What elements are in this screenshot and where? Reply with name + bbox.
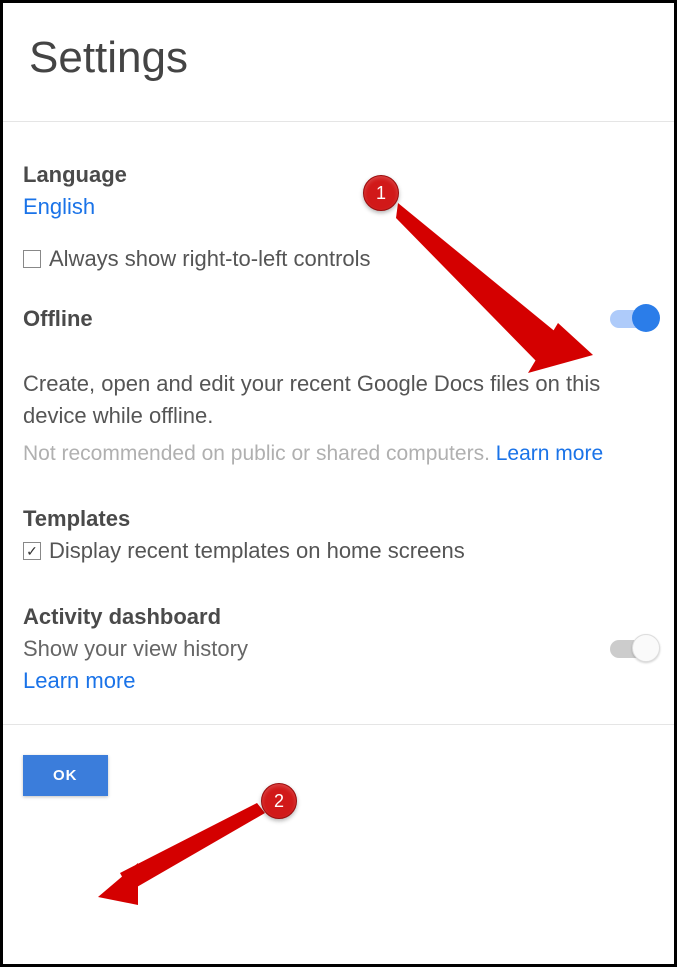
offline-description: Create, open and edit your recent Google… (23, 368, 654, 432)
templates-label: Templates (23, 506, 654, 532)
language-label: Language (23, 162, 654, 188)
activity-description: Show your view history (23, 636, 248, 662)
offline-section: Offline Create, open and edit your recen… (23, 306, 654, 466)
language-value-link[interactable]: English (23, 194, 95, 219)
language-section: Language English Always show right-to-le… (23, 162, 654, 272)
templates-checkbox-label: Display recent templates on home screens (49, 538, 465, 564)
ok-button[interactable]: OK (23, 755, 108, 796)
annotation-badge-1: 1 (363, 175, 399, 211)
toggle-knob-icon (632, 304, 660, 332)
annotation-badge-2: 2 (261, 783, 297, 819)
activity-label: Activity dashboard (23, 604, 654, 630)
divider (3, 121, 674, 122)
toggle-knob-icon (632, 634, 660, 662)
footer: OK (3, 725, 674, 826)
activity-section: Activity dashboard Show your view histor… (23, 604, 654, 694)
offline-note-text: Not recommended on public or shared comp… (23, 442, 496, 465)
rtl-checkbox[interactable] (23, 250, 41, 268)
rtl-checkbox-label: Always show right-to-left controls (49, 246, 371, 272)
page-title: Settings (23, 33, 654, 83)
activity-toggle[interactable] (610, 640, 654, 658)
templates-checkbox[interactable]: ✓ (23, 542, 41, 560)
offline-label: Offline (23, 306, 93, 332)
offline-note: Not recommended on public or shared comp… (23, 442, 654, 466)
activity-learn-more-link[interactable]: Learn more (23, 668, 136, 694)
offline-learn-more-link[interactable]: Learn more (496, 442, 603, 465)
templates-section: Templates ✓ Display recent templates on … (23, 506, 654, 564)
offline-toggle[interactable] (610, 310, 654, 328)
